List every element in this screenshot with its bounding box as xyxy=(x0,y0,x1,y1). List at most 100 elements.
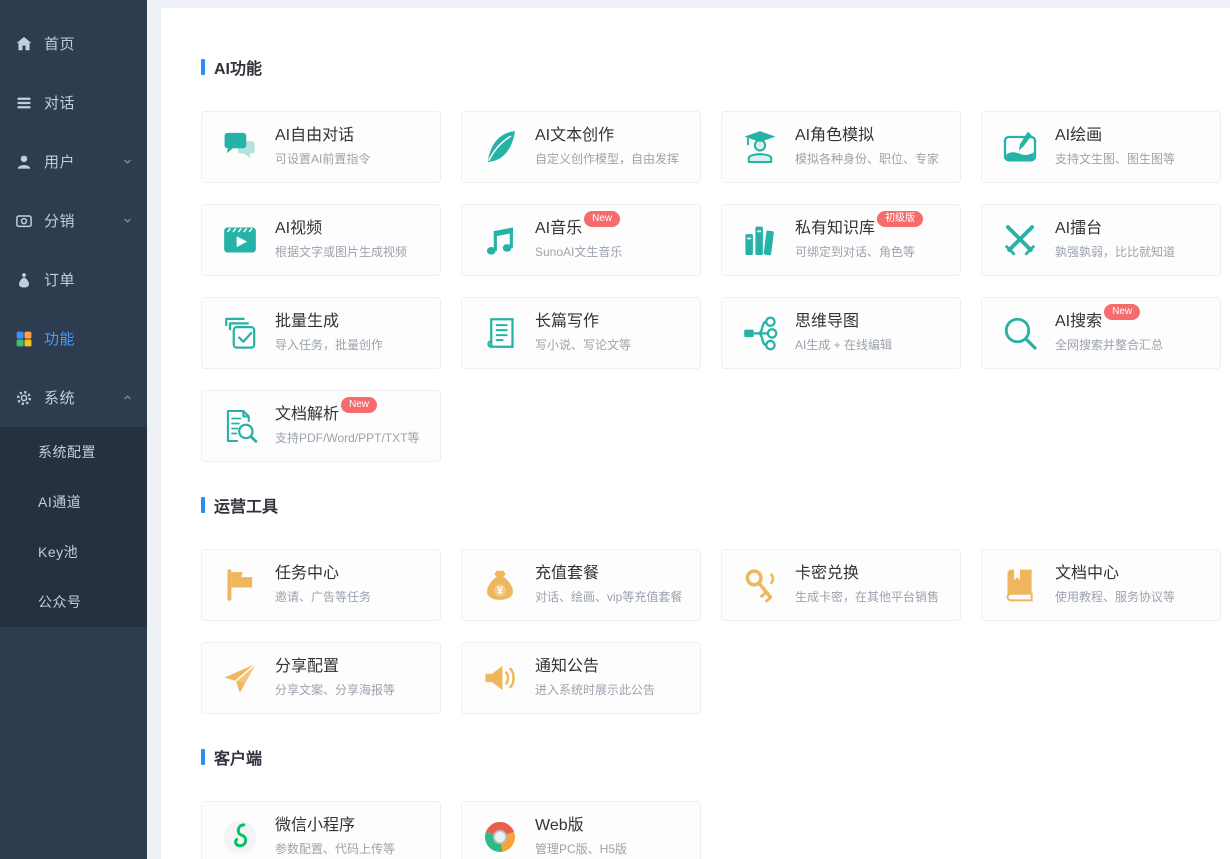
card-ai-drawing[interactable]: AI绘画支持文生图、图生图等 xyxy=(981,111,1221,183)
card-text: 卡密兑换 生成卡密，在其他平台销售 xyxy=(795,565,939,605)
card-title-row: 卡密兑换 xyxy=(795,565,939,582)
sidebar-subitem-official-account[interactable]: 公众号 xyxy=(0,577,147,627)
section-operation-tools: 运营工具任务中心邀请、广告等任务 ¥ 充值套餐 对话、绘画、vip等充值套餐 卡密兑换生… xyxy=(201,493,1230,714)
card-task-center[interactable]: 任务中心邀请、广告等任务 xyxy=(201,549,441,621)
card-title-row: AI文本创作 xyxy=(535,127,679,144)
card-share-config[interactable]: 分享配置 分享文案、分享海报等 xyxy=(201,642,441,714)
card-text: 文档解析 New 支持PDF/Word/PPT/TXT等 xyxy=(275,396,419,446)
card-recharge-packages[interactable]: ¥ 充值套餐 对话、绘画、vip等充值套餐 xyxy=(461,549,701,621)
section-header-operation-tools: 运营工具 xyxy=(201,493,1230,517)
card-ai-search[interactable]: AI搜索 New 全网搜索并整合汇总 xyxy=(981,297,1221,369)
card-title: 任务中心 xyxy=(275,564,340,582)
sidebar-subitem-label: 系统配置 xyxy=(38,444,96,460)
card-title: AI绘画 xyxy=(1055,126,1103,144)
sidebar-subitem-ai-channel[interactable]: AI通道 xyxy=(0,477,147,527)
sidebar-nav: 首页 对话 用户 分销订单功能 系统系统配置 AI通道 Key池 公众号 xyxy=(0,14,147,627)
card-subtitle: 对话、绘画、vip等充值套餐 xyxy=(535,589,683,604)
gear-icon xyxy=(14,388,34,408)
sidebar-item-users[interactable]: 用户 xyxy=(0,132,147,191)
card-batch-generation[interactable]: 批量生成 导入任务，批量创作 xyxy=(201,297,441,369)
card-web-version[interactable]: Web版管理PC版、H5版 xyxy=(461,801,701,859)
card-subtitle: 使用教程、服务协议等 xyxy=(1055,589,1176,604)
card-title: AI自由对话 xyxy=(275,126,355,144)
home-icon xyxy=(14,34,34,54)
swords-icon xyxy=(1000,220,1040,260)
section-accent-bar xyxy=(201,59,205,75)
card-subtitle: AI生成 + 在线编辑 xyxy=(795,337,893,352)
section-ai-features: AI功能 AI自由对话 可设置AI前置指令 AI文本创作 自定义创作模型，自由发挥 AI角… xyxy=(201,55,1230,462)
flag-icon xyxy=(220,565,260,605)
section-clients: 客户端微信小程序 参数配置、代码上传等 Web版管理PC版、H5版 xyxy=(201,745,1230,859)
megaphone-icon xyxy=(480,658,520,698)
sidebar-item-system[interactable]: 系统 xyxy=(0,368,147,427)
books-icon xyxy=(740,220,780,260)
sidebar-subitem-system-config[interactable]: 系统配置 xyxy=(0,427,147,477)
card-title-row: 批量生成 xyxy=(275,313,383,330)
video-icon xyxy=(220,220,260,260)
card-grid-ai-features: AI自由对话可设置AI前置指令 AI文本创作 自定义创作模型，自由发挥 AI角色模拟模… xyxy=(201,111,1230,462)
sidebar-item-features[interactable]: 功能 xyxy=(0,309,147,368)
card-title: AI擂台 xyxy=(1055,219,1103,237)
card-text: AI自由对话可设置AI前置指令 xyxy=(275,126,371,167)
card-grid-clients: 微信小程序 参数配置、代码上传等 Web版管理PC版、H5版 xyxy=(201,801,1230,859)
music-icon xyxy=(480,220,520,260)
card-ai-free-chat[interactable]: AI自由对话可设置AI前置指令 xyxy=(201,111,441,183)
card-ai-music[interactable]: AI音乐 New SunoAI文生音乐 xyxy=(461,204,701,276)
card-title: 微信小程序 xyxy=(275,816,356,834)
wechat-miniprogram-icon xyxy=(220,817,260,857)
card-text: 充值套餐 对话、绘画、vip等充值套餐 xyxy=(535,565,683,605)
card-title: Web版 xyxy=(535,816,584,834)
card-notice[interactable]: 通知公告 进入系统时展示此公告 xyxy=(461,642,701,714)
section-header-clients: 客户端 xyxy=(201,745,1230,769)
sidebar-item-chat[interactable]: 对话 xyxy=(0,73,147,132)
card-title-row: AI角色模拟 xyxy=(795,126,939,144)
card-title-row: AI搜索 New xyxy=(1055,303,1163,330)
card-subtitle: 可绑定到对话、角色等 xyxy=(795,244,916,259)
card-text: AI音乐 New SunoAI文生音乐 xyxy=(535,210,622,260)
card-mindmap[interactable]: 思维导图 AI生成 + 在线编辑 xyxy=(721,297,961,369)
content-panel: AI功能 AI自由对话 可设置AI前置指令 AI文本创作 自定义创作模型，自由发挥 AI角… xyxy=(161,8,1230,859)
card-title-row: AI擂台 xyxy=(1055,219,1175,237)
sidebar-subitem-key-pool[interactable]: Key池 xyxy=(0,527,147,577)
card-ai-arena[interactable]: AI擂台 孰强孰弱，比比就知道 xyxy=(981,204,1221,276)
card-title-row: AI自由对话 xyxy=(275,126,370,144)
card-grid-operation-tools: 任务中心邀请、广告等任务 ¥ 充值套餐 对话、绘画、vip等充值套餐 卡密兑换 生成卡密，… xyxy=(201,549,1230,714)
doc-parse-icon xyxy=(220,406,260,446)
card-card-key-redeem[interactable]: 卡密兑换 生成卡密，在其他平台销售 xyxy=(721,549,961,621)
card-badge: 初级版 xyxy=(877,210,924,227)
card-private-knowledge-base[interactable]: 私有知识库 初级版 可绑定到对话、角色等 xyxy=(721,204,961,276)
card-long-writing[interactable]: 长篇写作写小说、写论文等 xyxy=(461,297,701,369)
card-ai-role-simulation[interactable]: AI角色模拟 模拟各种身份、职位、专家 xyxy=(721,111,961,183)
chat-icon xyxy=(14,93,34,113)
card-wechat-miniprogram[interactable]: 微信小程序 参数配置、代码上传等 xyxy=(201,801,441,859)
card-title: AI角色模拟 xyxy=(795,126,875,144)
content: AI功能 AI自由对话 可设置AI前置指令 AI文本创作 自定义创作模型，自由发挥 AI角… xyxy=(201,55,1230,859)
card-title: AI搜索 xyxy=(1055,312,1103,330)
sidebar-item-label: 订单 xyxy=(44,272,76,289)
card-doc-parse[interactable]: 文档解析 New 支持PDF/Word/PPT/TXT等 xyxy=(201,390,441,462)
card-subtitle: 进入系统时展示此公告 xyxy=(535,682,656,697)
card-title: AI音乐 xyxy=(535,219,583,237)
card-subtitle: 根据文字或图片生成视频 xyxy=(275,244,408,259)
card-subtitle: 邀请、广告等任务 xyxy=(275,589,372,604)
card-subtitle: 可设置AI前置指令 xyxy=(275,151,371,166)
card-title-row: 文档解析 New xyxy=(275,396,419,423)
sidebar-item-distribution[interactable]: 分销 xyxy=(0,191,147,250)
card-title-row: AI视频 xyxy=(275,219,407,237)
chevron-up-icon xyxy=(120,390,135,405)
key-icon xyxy=(740,565,780,605)
card-subtitle: 支持文生图、图生图等 xyxy=(1055,151,1176,166)
card-title: AI视频 xyxy=(275,219,323,237)
user-icon xyxy=(14,152,34,172)
sidebar-item-orders[interactable]: 订单 xyxy=(0,250,147,309)
card-ai-video[interactable]: AI视频根据文字或图片生成视频 xyxy=(201,204,441,276)
card-ai-text-creation[interactable]: AI文本创作 自定义创作模型，自由发挥 xyxy=(461,111,701,183)
card-text: Web版管理PC版、H5版 xyxy=(535,816,628,857)
sidebar-item-home[interactable]: 首页 xyxy=(0,14,147,73)
card-subtitle: 管理PC版、H5版 xyxy=(535,841,628,856)
card-text: 长篇写作写小说、写论文等 xyxy=(535,313,632,353)
card-subtitle: 写小说、写论文等 xyxy=(535,337,632,352)
order-icon xyxy=(14,270,34,290)
card-title-row: 长篇写作 xyxy=(535,313,631,330)
card-doc-center[interactable]: 文档中心 使用教程、服务协议等 xyxy=(981,549,1221,621)
